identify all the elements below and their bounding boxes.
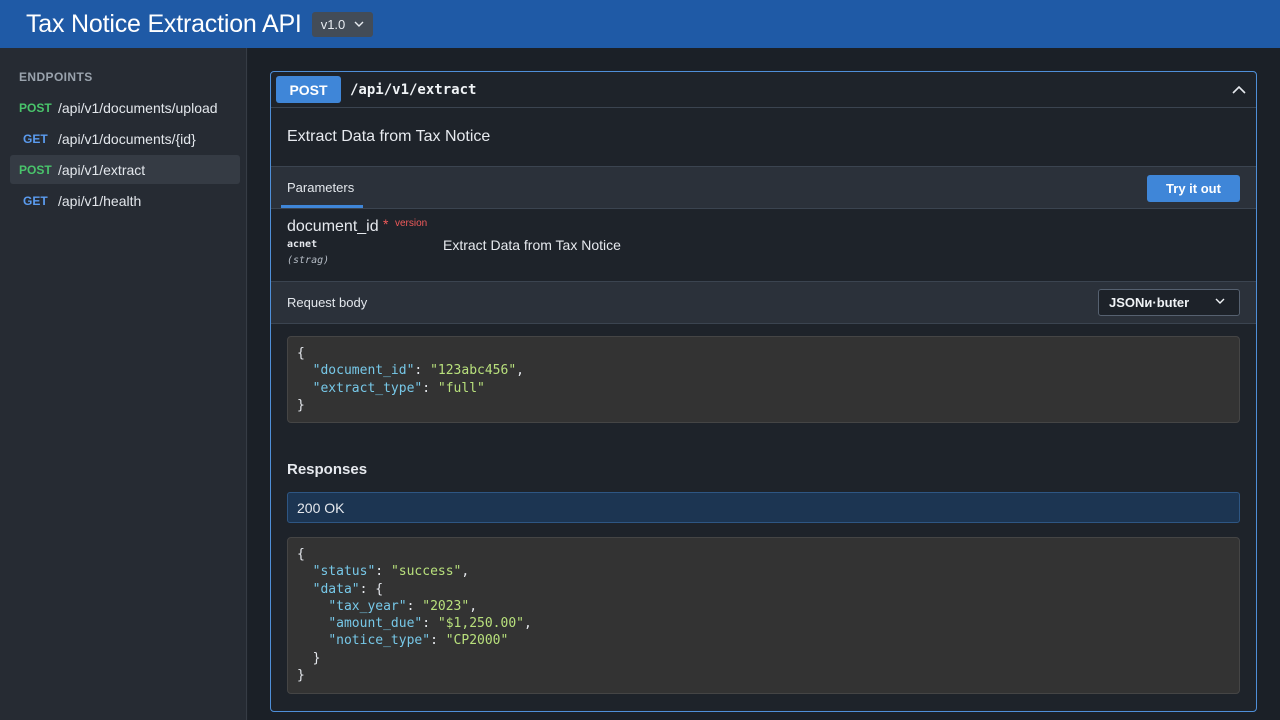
endpoint-path: /api/v1/extract	[58, 161, 146, 178]
version-select[interactable]: v1.0	[311, 11, 374, 37]
endpoint-path: /api/v1/documents/upload	[58, 99, 218, 116]
endpoint-path: /api/v1/documents/{id}	[58, 130, 196, 147]
content-type-value: JSONи·buter	[1109, 295, 1190, 310]
json-key: "tax_year"	[328, 598, 407, 614]
parameter-name: document_id	[287, 218, 379, 235]
response-status: 200 OK	[287, 492, 1240, 523]
json-value: "2023"	[422, 598, 470, 614]
active-tab-indicator	[281, 205, 363, 208]
chevron-down-icon	[354, 21, 364, 27]
app-title: Tax Notice Extraction API	[26, 9, 302, 38]
responses-heading: Responses	[287, 461, 368, 478]
method-label: GET	[23, 193, 48, 208]
sidebar-item-health[interactable]: GET /api/v1/health	[10, 186, 240, 215]
json-value: "success"	[390, 564, 462, 580]
operation-description: Extract Data from Tax Notice	[287, 128, 491, 145]
code-brace: }	[312, 650, 321, 666]
try-it-out-button[interactable]: Try it out	[1147, 175, 1240, 202]
operation-summary[interactable]: POST /api/v1/extract	[271, 72, 1256, 108]
json-value: "$1,250.00"	[437, 616, 524, 632]
request-body-example[interactable]: { "document_id": "123abc456", "extract_t…	[287, 336, 1240, 423]
main-panel: POST /api/v1/extract Extract Data from T…	[248, 48, 1280, 720]
sidebar: ENDPOINTS POST /api/v1/documents/upload …	[0, 48, 247, 720]
parameter-description: Extract Data from Tax Notice	[443, 237, 621, 253]
parameter-flag: version	[395, 218, 428, 229]
top-bar: Tax Notice Extraction API v1.0	[0, 0, 1280, 48]
chevron-up-icon[interactable]	[1229, 81, 1249, 99]
sidebar-item-extract[interactable]: POST /api/v1/extract	[10, 155, 240, 184]
operation-block: POST /api/v1/extract Extract Data from T…	[270, 71, 1257, 712]
response-body-example: { "status": "success", "data": { "tax_ye…	[287, 537, 1240, 694]
request-body-label: Request body	[287, 295, 368, 310]
sidebar-item-upload[interactable]: POST /api/v1/documents/upload	[10, 93, 240, 122]
method-label: POST	[19, 100, 52, 115]
json-key: "document_id"	[312, 363, 415, 379]
sidebar-item-get-document[interactable]: GET /api/v1/documents/{id}	[10, 124, 240, 153]
json-key: "data"	[312, 581, 360, 597]
method-label: GET	[23, 131, 48, 146]
code-brace: }	[297, 668, 305, 684]
content-type-select[interactable]: JSONи·buter	[1098, 289, 1240, 316]
parameter-type: (strag)	[287, 255, 330, 266]
json-value: "full"	[437, 380, 485, 396]
tab-parameters[interactable]: Parameters	[287, 180, 354, 195]
method-badge: POST	[276, 76, 341, 103]
parameter-row: document_id * version acnet (strag) Extr…	[271, 209, 1256, 281]
code-brace: {	[297, 346, 305, 361]
code-brace: }	[297, 397, 305, 413]
json-key: "amount_due"	[328, 616, 423, 632]
json-key: "extract_type"	[312, 380, 423, 396]
json-value: "123abc456"	[430, 363, 517, 379]
json-key: "status"	[312, 564, 376, 580]
code-brace: {	[297, 547, 305, 562]
endpoint-path: /api/v1/health	[58, 192, 142, 209]
json-key: "notice_type"	[328, 633, 431, 649]
operation-path: /api/v1/extract	[350, 81, 477, 98]
method-label: POST	[19, 162, 52, 177]
chevron-down-icon	[1215, 298, 1225, 304]
parameters-header: Parameters Try it out	[271, 166, 1256, 209]
json-value: "CP2000"	[445, 633, 509, 649]
parameter-location: acnet	[287, 239, 318, 250]
code-brace: {	[375, 581, 384, 597]
sidebar-heading: ENDPOINTS	[19, 70, 93, 84]
request-body-header: Request body JSONи·buter	[271, 281, 1256, 324]
required-mark: *	[383, 216, 389, 232]
version-label: v1.0	[320, 16, 346, 32]
